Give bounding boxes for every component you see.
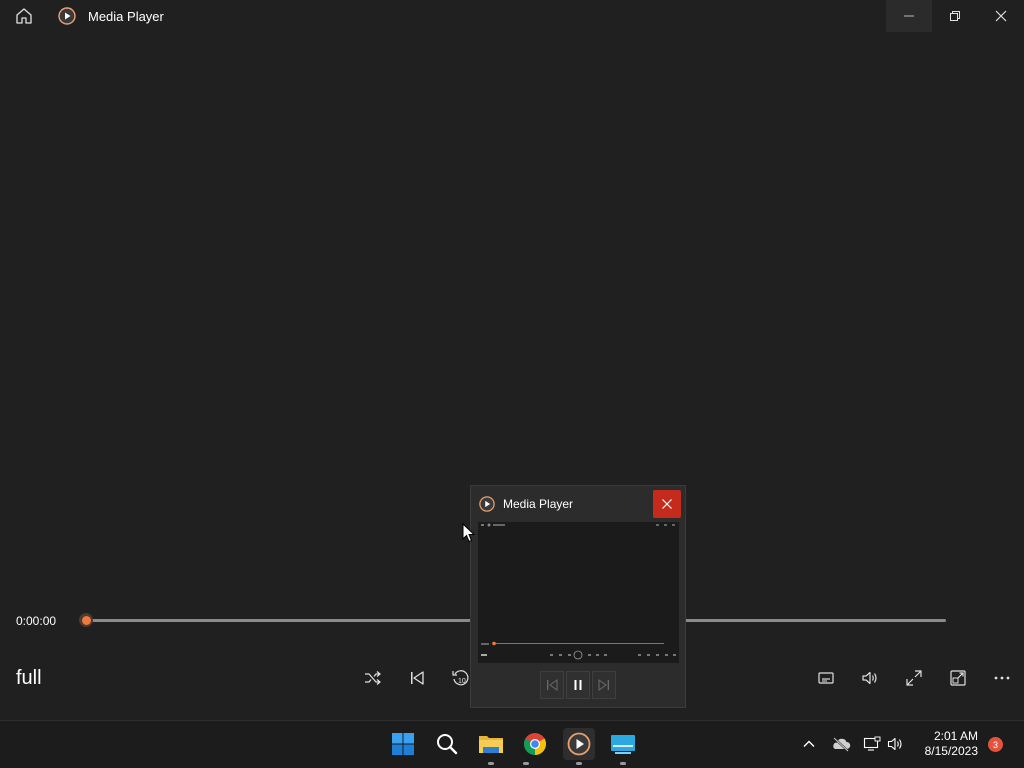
close-icon [662, 499, 672, 509]
title-bar: Media Player [0, 0, 1024, 32]
app-title: Media Player [88, 9, 164, 24]
seek-thumb-dot [81, 615, 91, 625]
svg-text:10: 10 [458, 678, 466, 685]
volume-icon [862, 671, 877, 685]
preview-thumbnail-image[interactable] [478, 522, 679, 663]
start-button[interactable] [387, 728, 419, 760]
media-player-icon [567, 732, 591, 756]
file-explorer-button[interactable] [475, 728, 507, 760]
network-tray-button[interactable] [861, 733, 883, 755]
media-player-taskbar-button[interactable] [563, 728, 595, 760]
windows-start-icon [392, 733, 414, 755]
media-player-running-indicator [576, 762, 582, 765]
rewind-10-icon: 10 [452, 670, 469, 686]
file-explorer-icon [479, 736, 503, 753]
volume-tray-button[interactable] [885, 733, 907, 755]
chrome-button[interactable] [519, 728, 551, 760]
onedrive-icon [833, 737, 851, 752]
screen-app-icon [611, 735, 635, 754]
onedrive-tray-button[interactable] [830, 733, 852, 755]
fullscreen-icon [906, 670, 922, 686]
preview-skip-forward-button[interactable] [592, 671, 616, 699]
restore-button[interactable] [932, 0, 978, 32]
minimize-icon [904, 15, 914, 17]
skip-back-icon [547, 679, 558, 691]
taskbar-clock[interactable]: 2:01 AM 8/15/2023 [910, 729, 978, 759]
notification-badge[interactable]: 3 [988, 737, 1003, 752]
more-options-button[interactable] [990, 666, 1014, 690]
network-icon [863, 736, 881, 751]
chrome-running-indicator [523, 762, 529, 765]
preview-close-button[interactable] [653, 490, 681, 518]
close-icon [995, 10, 1007, 22]
minimize-button[interactable] [886, 0, 932, 32]
preview-title: Media Player [503, 497, 574, 511]
preview-thumbnail-miniature [478, 522, 679, 663]
shuffle-button[interactable] [361, 666, 385, 690]
media-player-logo-icon [479, 496, 495, 512]
screen-app-running-indicator [620, 762, 626, 765]
home-button[interactable] [12, 4, 36, 28]
mouse-cursor-icon [462, 523, 476, 543]
more-icon [994, 676, 1010, 680]
chrome-icon [524, 733, 546, 755]
screen-app-button[interactable] [607, 728, 639, 760]
preview-skip-back-button[interactable] [540, 671, 564, 699]
home-icon [16, 8, 32, 24]
previous-button[interactable] [405, 666, 429, 690]
taskbar: 2:01 AM 8/15/2023 3 [0, 720, 1024, 768]
restore-icon [950, 11, 960, 21]
close-button[interactable] [978, 0, 1024, 32]
speaker-icon [887, 737, 902, 751]
skip-forward-icon [598, 679, 609, 691]
clock-date: 8/15/2023 [924, 744, 978, 758]
media-title: full [16, 667, 42, 689]
show-hidden-icons-button[interactable] [798, 733, 820, 755]
search-icon [437, 734, 458, 755]
media-player-logo-icon [58, 7, 76, 25]
mini-player-button[interactable] [946, 666, 970, 690]
shuffle-icon [365, 671, 381, 685]
captions-icon [818, 672, 834, 684]
taskbar-thumbnail-preview[interactable]: Media Player [470, 485, 686, 708]
search-button[interactable] [431, 728, 463, 760]
clock-time: 2:01 AM [933, 729, 978, 743]
captions-button[interactable] [814, 666, 838, 690]
seek-thumb[interactable] [79, 613, 93, 627]
chevron-up-icon [803, 740, 815, 747]
fullscreen-button[interactable] [902, 666, 926, 690]
preview-pause-button[interactable] [566, 671, 590, 699]
pause-icon [574, 680, 582, 690]
mini-player-icon [950, 670, 966, 686]
current-time: 0:00:00 [16, 614, 57, 628]
previous-icon [411, 671, 424, 685]
file-explorer-running-indicator [488, 762, 494, 765]
volume-button[interactable] [858, 666, 882, 690]
